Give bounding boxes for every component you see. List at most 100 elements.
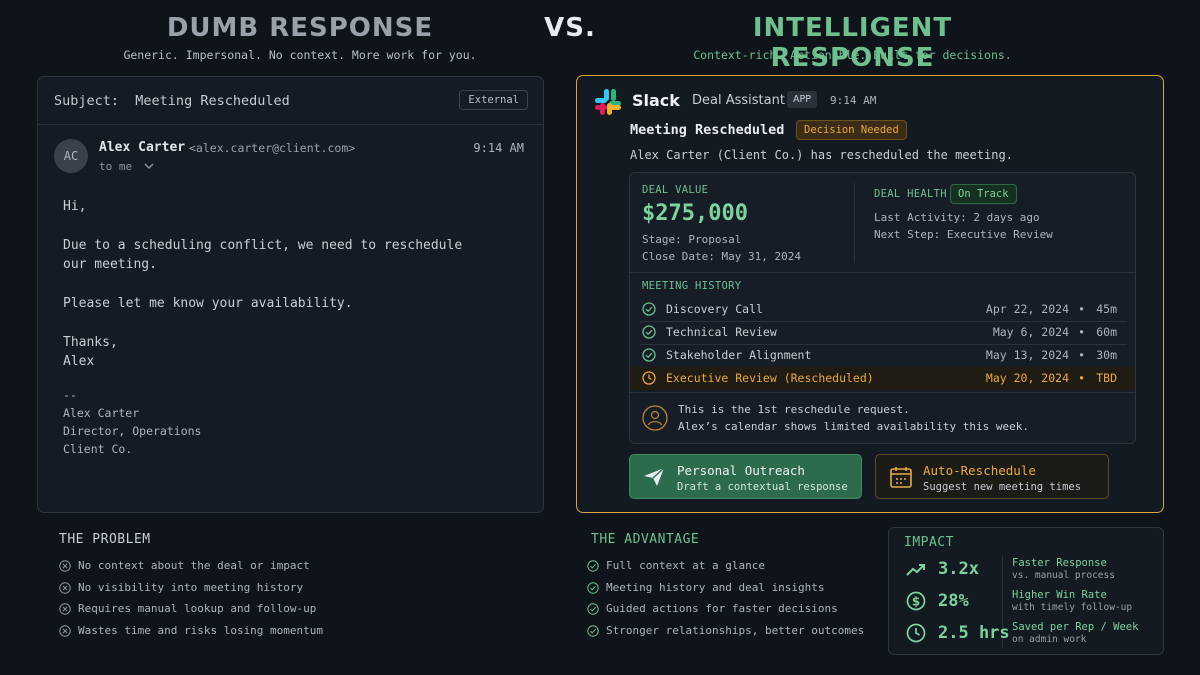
meeting-date: May 6, 2024 — [992, 325, 1069, 339]
meeting-date: Apr 22, 2024 — [985, 302, 1069, 316]
sender-email: <alex.carter@client.com> — [189, 141, 356, 155]
meeting-history-label: MEETING HISTORY — [642, 280, 742, 292]
meeting-duration: 60m — [1096, 325, 1117, 339]
note-line: Alex’s calendar shows limited availabili… — [678, 420, 1029, 433]
avatar: AC — [54, 139, 88, 173]
external-badge: External — [459, 90, 528, 110]
check-circle-icon — [642, 325, 656, 339]
email-body-line: Hi, — [63, 199, 87, 214]
auto-reschedule-button[interactable]: Auto-Reschedule Suggest new meeting time… — [875, 454, 1109, 499]
bot-name[interactable]: Deal Assistant — [692, 93, 785, 108]
subject-text: Meeting Rescheduled — [135, 93, 290, 109]
advantage-text: Stronger relationships, better outcomes — [606, 624, 865, 637]
right-subtitle: Context-rich. Actionable. Built for deci… — [693, 48, 1012, 62]
check-circle-icon — [587, 560, 599, 572]
status-badge: On Track — [950, 184, 1017, 204]
divider — [854, 183, 855, 263]
impact-sub: with timely follow-up — [1012, 602, 1133, 613]
meeting-row: Technical Review May 6, 2024 • 60m — [630, 321, 1135, 344]
button-subtitle: Suggest new meeting times — [923, 481, 1082, 493]
meeting-date: May 20, 2024 — [985, 371, 1069, 385]
advantage-text: Guided actions for faster decisions — [606, 602, 838, 615]
left-subtitle: Generic. Impersonal. No context. More wo… — [123, 48, 477, 62]
advantage-text: Full context at a glance — [606, 559, 765, 572]
meeting-separator: • — [1078, 325, 1085, 339]
email-subject: Subject: Meeting Rescheduled — [54, 93, 290, 109]
slack-app-name: Slack — [632, 91, 680, 110]
impact-value: 28% — [938, 591, 969, 611]
slack-time: 9:14 AM — [830, 94, 877, 107]
slack-logo-icon — [595, 89, 621, 115]
last-activity: Last Activity: 2 days ago — [874, 211, 1040, 224]
trend-up-icon — [906, 564, 925, 576]
next-step: Next Step: Executive Review — [874, 228, 1053, 241]
signature-line: -- — [63, 388, 77, 402]
meeting-name: Technical Review — [666, 325, 777, 339]
x-circle-icon — [59, 582, 71, 594]
deal-value-label: DEAL VALUE — [642, 184, 709, 196]
check-circle-icon — [587, 603, 599, 615]
problem-title: THE PROBLEM — [59, 532, 151, 547]
chevron-down-icon — [144, 163, 154, 169]
insight-note: This is the 1st reschedule request. Alex… — [630, 392, 1135, 445]
email-panel: Subject: Meeting Rescheduled External AC… — [37, 76, 544, 513]
meeting-row: Discovery Call Apr 22, 2024 • 45m — [630, 298, 1135, 321]
x-circle-icon — [59, 560, 71, 572]
calendar-icon — [890, 467, 912, 488]
button-title: Auto-Reschedule — [923, 463, 1036, 478]
impact-value: 2.5 hrs — [938, 623, 1010, 643]
impact-sub: on admin work — [1012, 634, 1087, 645]
personal-outreach-button[interactable]: Personal Outreach Draft a contextual res… — [629, 454, 862, 499]
person-icon — [642, 405, 668, 431]
clock-icon — [642, 371, 656, 385]
meeting-name: Executive Review (Rescheduled) — [666, 371, 874, 385]
meeting-row: Stakeholder Alignment May 13, 2024 • 30m — [630, 344, 1135, 367]
meeting-name: Stakeholder Alignment — [666, 348, 812, 362]
recipient-label: to me — [99, 160, 133, 173]
advantage-title: THE ADVANTAGE — [591, 532, 700, 547]
check-circle-icon — [642, 348, 656, 362]
meeting-duration: TBD — [1096, 371, 1117, 385]
email-body-line: Please let me know your availability. — [63, 296, 353, 311]
email-time: 9:14 AM — [473, 141, 524, 155]
app-badge: APP — [787, 91, 817, 108]
meeting-duration: 30m — [1096, 348, 1117, 362]
divider — [630, 272, 1135, 273]
vs-label: VS. — [544, 13, 596, 43]
deal-value: $275,000 — [642, 201, 748, 226]
send-icon — [644, 467, 665, 486]
dollar-icon: $ — [906, 591, 926, 611]
button-subtitle: Draft a contextual response — [677, 481, 848, 493]
clock-icon — [906, 623, 926, 643]
check-circle-icon — [587, 582, 599, 594]
sender-name[interactable]: Alex Carter — [99, 140, 185, 155]
meeting-separator: • — [1078, 302, 1085, 316]
email-subject-row: Subject: Meeting Rescheduled External — [38, 77, 543, 125]
recipient-dropdown[interactable]: to me — [99, 160, 154, 173]
email-body-line: our meeting. — [63, 257, 157, 272]
signature-line: Director, Operations — [63, 424, 202, 438]
left-title: DUMB RESPONSE — [166, 13, 434, 43]
advantage-text: Meeting history and deal insights — [606, 581, 825, 594]
meeting-separator: • — [1078, 371, 1085, 385]
deal-stage: Stage: Proposal — [642, 233, 742, 246]
impact-label: Higher Win Rate — [1012, 589, 1107, 601]
check-circle-icon — [587, 625, 599, 637]
right-title: INTELLIGENT RESPONSE — [752, 13, 953, 73]
meeting-duration: 45m — [1096, 302, 1117, 316]
problem-text: Requires manual lookup and follow-up — [78, 602, 317, 615]
signature-line: Client Co. — [63, 442, 133, 456]
impact-label: Saved per Rep / Week — [1012, 621, 1139, 633]
email-body-line: Due to a scheduling conflict, we need to… — [63, 238, 463, 253]
impact-label: Faster Response — [1012, 557, 1107, 569]
check-circle-icon — [642, 302, 656, 316]
x-circle-icon — [59, 625, 71, 637]
message-text: Alex Carter (Client Co.) has rescheduled… — [630, 148, 1013, 162]
signature-line: Alex Carter — [63, 406, 140, 420]
deal-card: DEAL VALUE $275,000 Stage: Proposal Clos… — [629, 172, 1136, 444]
deal-close-date: Close Date: May 31, 2024 — [642, 250, 801, 263]
meeting-separator: • — [1078, 348, 1085, 362]
problem-text: No visibility into meeting history — [78, 581, 304, 594]
decision-badge: Decision Needed — [796, 120, 907, 140]
slack-panel: Slack Deal Assistant APP 9:14 AM Meeting… — [576, 75, 1164, 513]
